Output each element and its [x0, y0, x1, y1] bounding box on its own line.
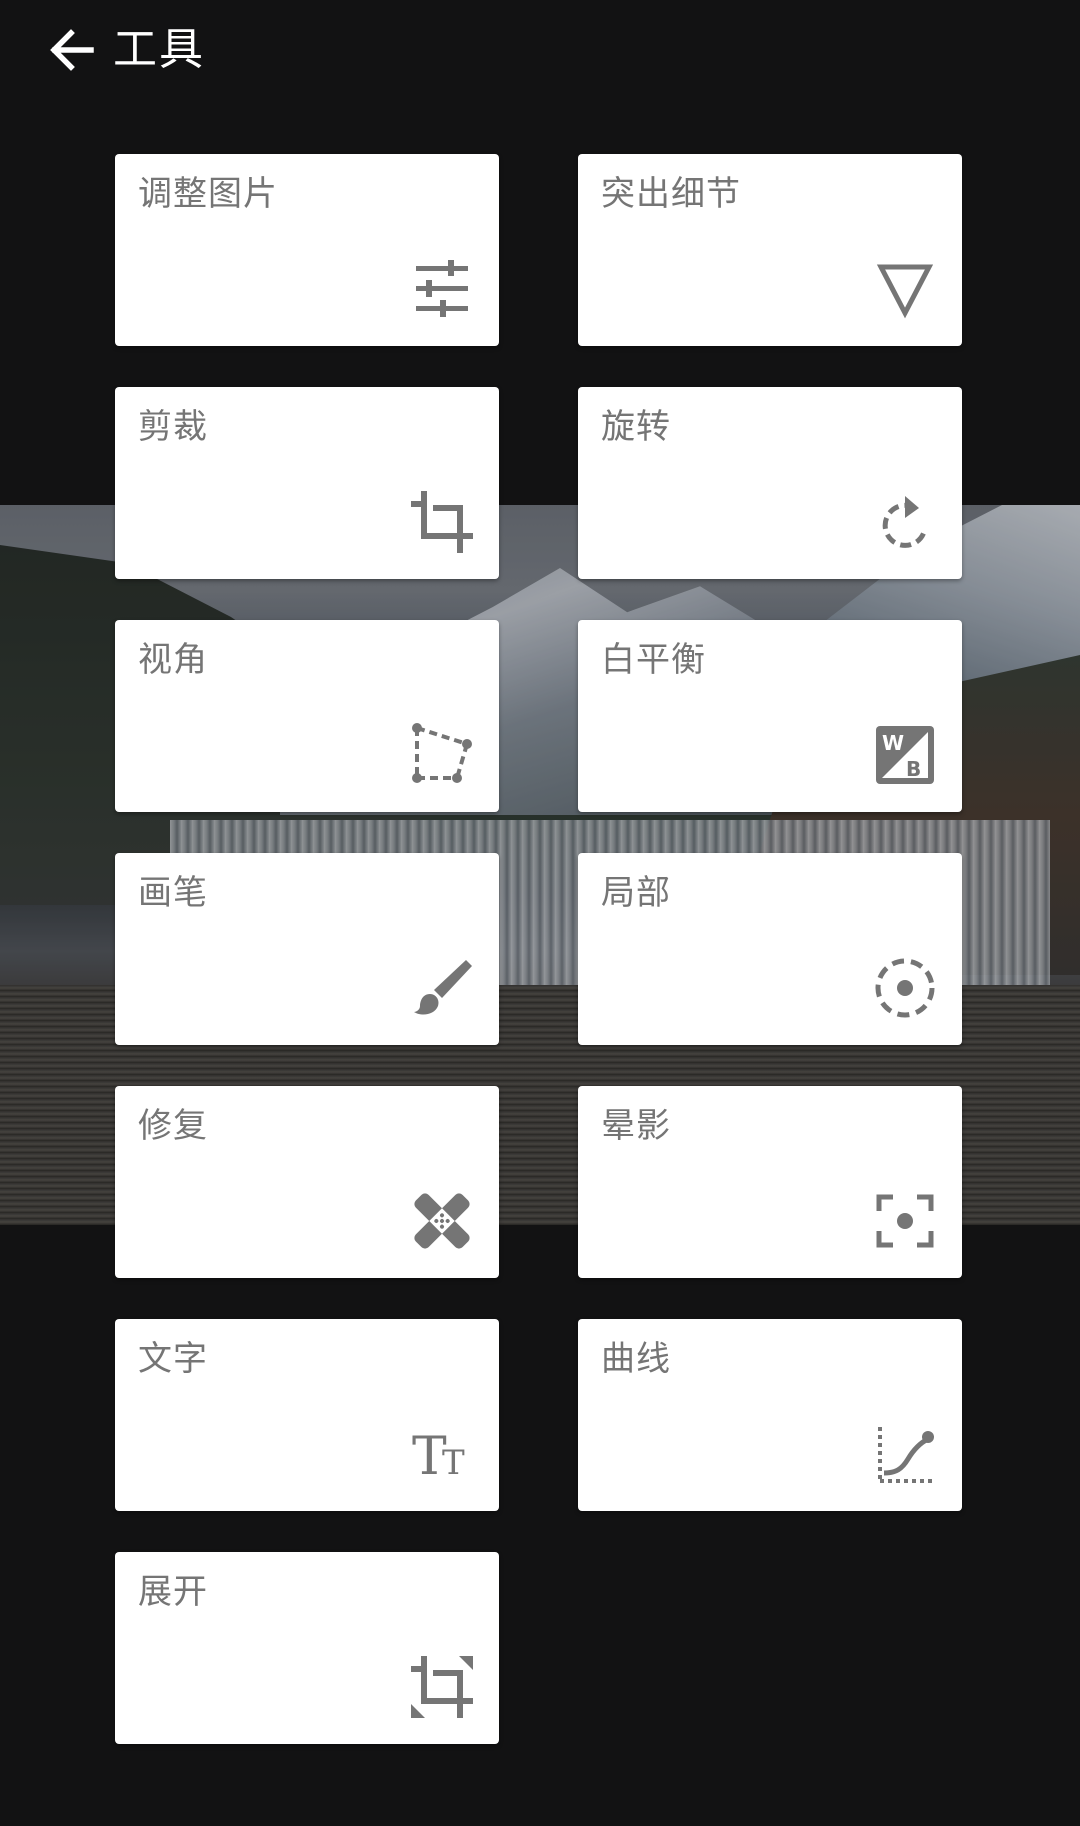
tool-tile-brush[interactable]: 画笔: [115, 853, 499, 1045]
rotate-icon: [872, 489, 938, 555]
tool-label: 文字: [138, 1339, 208, 1379]
tool-tile-crop[interactable]: 剪裁: [115, 387, 499, 579]
tool-tile-healing[interactable]: 修复: [115, 1086, 499, 1278]
tool-label: 修复: [138, 1106, 208, 1146]
tune-sliders-icon: [409, 256, 475, 322]
white-balance-icon: W B: [872, 722, 938, 788]
tool-tile-text[interactable]: 文字 T T: [115, 1319, 499, 1511]
tool-label: 旋转: [601, 407, 671, 447]
text-icon-small-t: T: [442, 1443, 465, 1483]
vignette-icon: [872, 1188, 938, 1254]
tool-label: 曲线: [601, 1339, 671, 1379]
tool-label: 画笔: [138, 873, 208, 913]
text-icon: T T: [409, 1421, 475, 1487]
wb-letter-b: B: [906, 757, 921, 781]
tool-label: 剪裁: [138, 407, 208, 447]
tool-tile-adjust[interactable]: 调整图片: [115, 154, 499, 346]
tool-tile-rotate[interactable]: 旋转: [578, 387, 962, 579]
tool-tile-expand[interactable]: 展开: [115, 1552, 499, 1744]
tool-label: 局部: [601, 873, 671, 913]
tool-label: 晕影: [601, 1106, 671, 1146]
tools-grid: 调整图片 突出细节 剪裁 旋转 视角 白平衡 W B 画笔 局部 修复 晕影 文…: [0, 0, 1080, 1826]
tool-tile-vignette[interactable]: 晕影: [578, 1086, 962, 1278]
tool-label: 白平衡: [601, 640, 706, 680]
expand-icon: [409, 1654, 475, 1720]
selective-icon: [872, 955, 938, 1021]
healing-bandage-icon: [409, 1188, 475, 1254]
tool-tile-white-balance[interactable]: 白平衡 W B: [578, 620, 962, 812]
tool-tile-curves[interactable]: 曲线: [578, 1319, 962, 1511]
tool-label: 调整图片: [138, 174, 278, 214]
brush-icon: [409, 955, 475, 1021]
tool-label: 视角: [138, 640, 208, 680]
tool-label: 突出细节: [601, 174, 741, 214]
tool-label: 展开: [138, 1572, 208, 1612]
crop-icon: [409, 489, 475, 555]
tool-tile-perspective[interactable]: 视角: [115, 620, 499, 812]
curves-icon: [872, 1421, 938, 1487]
details-triangle-icon: [872, 256, 938, 322]
wb-letter-w: W: [882, 731, 904, 755]
tool-tile-selective[interactable]: 局部: [578, 853, 962, 1045]
tool-tile-details[interactable]: 突出细节: [578, 154, 962, 346]
perspective-icon: [409, 722, 475, 788]
